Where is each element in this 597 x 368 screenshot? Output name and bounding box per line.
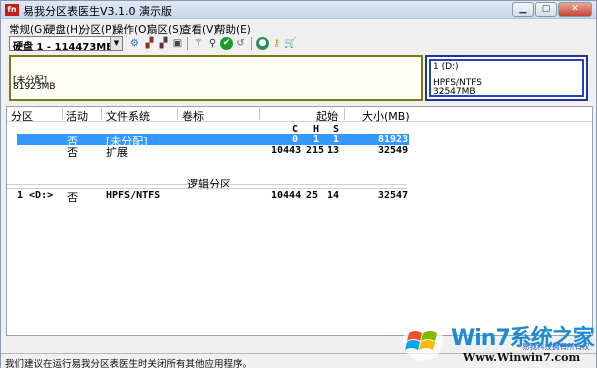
menu-partition[interactable]: 分区(P) (80, 22, 116, 37)
row1-s: 1 (333, 134, 340, 145)
row1-size: 81923 (378, 134, 409, 145)
row3-s[interactable]: 14 (327, 190, 339, 201)
minimize-button[interactable]: ▁ (512, 2, 534, 17)
col-divider[interactable] (344, 108, 345, 120)
row2-c[interactable]: 10443 (271, 145, 301, 156)
row1-h: 1 (313, 134, 320, 145)
toolbar-separator (187, 37, 188, 50)
title-bar[interactable]: fn 易我分区表医生V3.1.0 演示版 ▁ ▢ ✕ (1, 1, 596, 19)
watermark-url: Www.Winwin7.com (463, 351, 581, 364)
row2-fs[interactable]: 扩展 (106, 144, 128, 160)
partition-table[interactable]: 分区 活动 文件系统 卷标 起始 大小(MB) C H S 否 [未分配] 0 … (6, 106, 593, 336)
menu-operation[interactable]: 操作(O) (113, 22, 150, 37)
col-start[interactable]: 起始 (316, 108, 338, 124)
analyze-icon[interactable]: ⚙ (128, 37, 141, 50)
menu-disk[interactable]: 硬盘(H) (45, 22, 82, 37)
watermark-title: Win7系统之家 (451, 326, 595, 351)
copy-icon[interactable]: ▣ (171, 37, 184, 50)
status-message: 我们建议在运行易我分区表医生时关闭所有其他应用程序。 (5, 359, 253, 368)
col-active[interactable]: 活动 (66, 108, 88, 124)
row3-part[interactable]: 1 <D:> (17, 190, 53, 201)
diskmap-ntfs-size: 32547MB (433, 87, 476, 97)
row3-h[interactable]: 25 (306, 190, 318, 201)
wand-icon[interactable]: ⚚ (192, 37, 205, 50)
col-partition[interactable]: 分区 (11, 108, 33, 124)
col-divider[interactable] (177, 108, 178, 120)
col-filesystem[interactable]: 文件系统 (106, 108, 150, 124)
toolbar: 硬盘 1 - 114473MB ▼ ⚙ ▞ ▞ ▣ ⚚ ⚲ ✔ ↺ ● ⚷ 🛒 (1, 36, 596, 53)
globe-icon[interactable]: ● (256, 37, 269, 50)
table-header: 分区 活动 文件系统 卷标 起始 大小(MB) (7, 107, 592, 124)
row2-size[interactable]: 32549 (378, 145, 408, 156)
diskmap-unallocated[interactable]: [未分配] 81923MB (9, 55, 423, 101)
col-divider[interactable] (62, 108, 63, 120)
chevron-down-icon[interactable]: ▼ (110, 37, 122, 50)
logical-partition-heading: 逻辑分区 (187, 178, 231, 191)
row2-h[interactable]: 215 (306, 145, 324, 156)
row3-size[interactable]: 32547 (378, 190, 408, 201)
row3-fs[interactable]: HPFS/NTFS (106, 190, 160, 201)
diskmap-unallocated-size: 81923MB (13, 82, 56, 92)
cart-icon[interactable]: 🛒 (284, 37, 297, 50)
check-icon[interactable]: ✔ (220, 37, 233, 50)
disk-map: [未分配] 81923MB 1 (D:) HPFS/NTFS 32547MB (7, 54, 591, 103)
row1-c: 0 (292, 134, 299, 145)
col-size[interactable]: 大小(MB) (362, 108, 410, 124)
menu-sector[interactable]: 扇区(S) (147, 22, 183, 37)
diskmap-ntfs-label: 1 (D:) (433, 62, 459, 72)
key-icon[interactable]: ⚷ (270, 37, 283, 50)
row2-s[interactable]: 13 (327, 145, 339, 156)
windows-logo-icon (403, 321, 443, 361)
col-label[interactable]: 卷标 (182, 108, 204, 124)
menu-view[interactable]: 查看(V) (181, 22, 217, 37)
menu-bar: 常规(G) 硬盘(H) 分区(P) 操作(O) 扇区(S) 查看(V) 帮助(E… (1, 20, 596, 36)
disk-select-value: 硬盘 1 - 114473MB (13, 42, 114, 53)
row3-c[interactable]: 10444 (271, 190, 301, 201)
maximize-button[interactable]: ▢ (535, 2, 557, 17)
menu-general[interactable]: 常规(G) (9, 22, 46, 37)
disk-select[interactable]: 硬盘 1 - 114473MB ▼ (9, 36, 123, 53)
undo-icon[interactable]: ↺ (234, 37, 247, 50)
app-window: fn 易我分区表医生V3.1.0 演示版 ▁ ▢ ✕ 常规(G) 硬盘(H) 分… (0, 0, 597, 368)
col-divider[interactable] (259, 108, 260, 120)
menu-help[interactable]: 帮助(E) (215, 22, 251, 37)
magnify-icon[interactable]: ⚲ (206, 37, 219, 50)
close-button[interactable]: ✕ (558, 2, 592, 17)
reset-icon[interactable]: ▞ (143, 37, 156, 50)
row3-active[interactable]: 否 (67, 189, 78, 205)
window-controls: ▁ ▢ ✕ (512, 2, 592, 17)
row2-active[interactable]: 否 (67, 144, 78, 160)
watermark: Win7系统之家 Www.Winwin7.com (401, 319, 597, 368)
col-divider[interactable] (101, 108, 102, 120)
toolbar-separator (251, 37, 252, 50)
window-title: 易我分区表医生V3.1.0 演示版 (23, 5, 173, 18)
rebuild-icon[interactable]: ▞ (157, 37, 170, 50)
diskmap-ntfs[interactable]: 1 (D:) HPFS/NTFS 32547MB (425, 55, 588, 101)
app-icon: fn (5, 4, 19, 16)
